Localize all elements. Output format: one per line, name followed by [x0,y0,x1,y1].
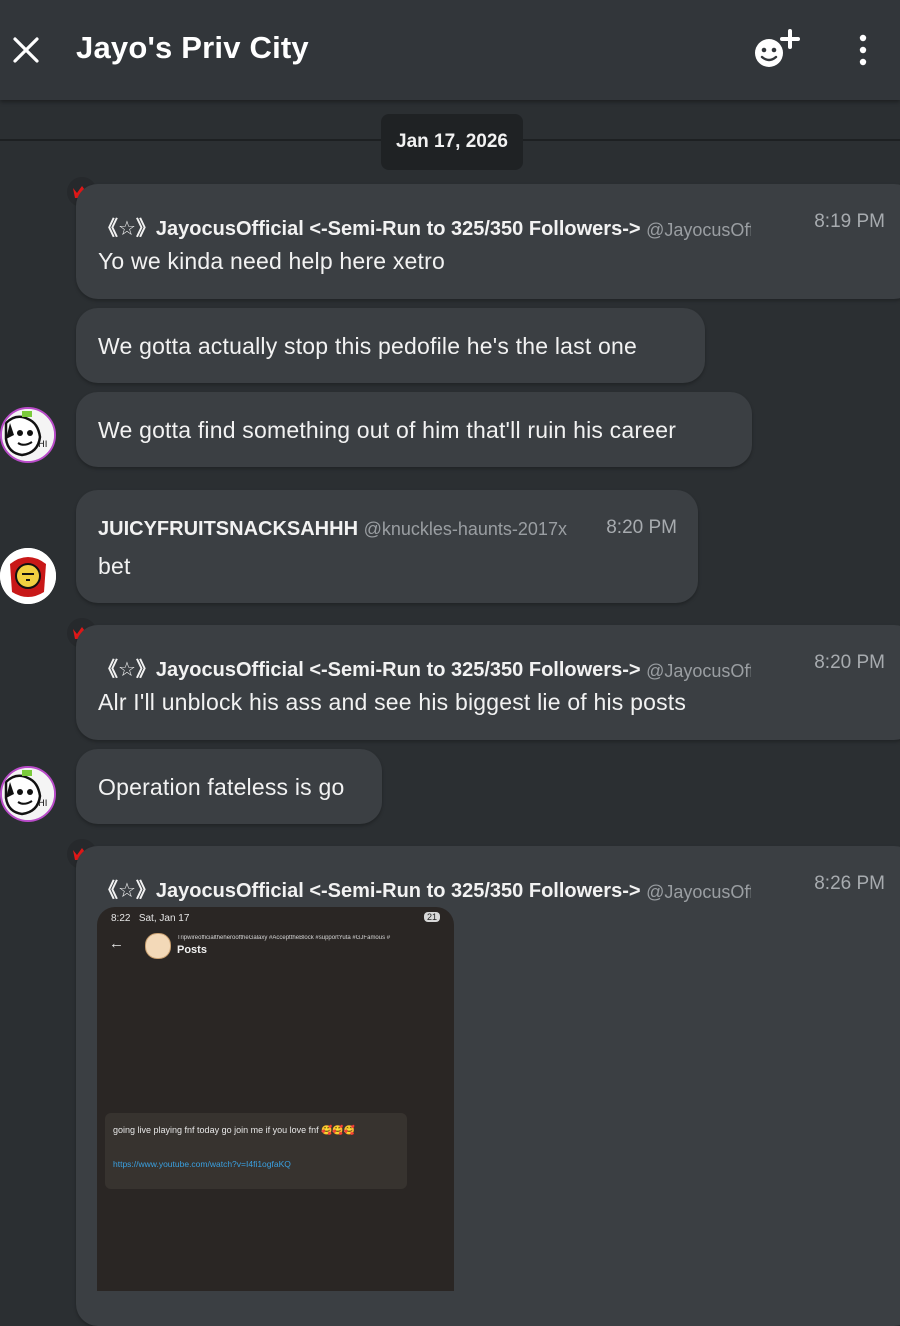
screenshot-status-bar: 8:22 Sat, Jan 17 [111,913,189,924]
avatar[interactable] [0,548,56,604]
sender-handle: @JayocusOfficial [646,661,751,681]
message-time: 8:20 PM [606,517,677,538]
message-text: We gotta actually stop this pedofile he'… [98,333,637,359]
avatar[interactable]: HI [0,407,56,463]
post-card: going live playing fnf today go join me … [105,1113,407,1189]
screenshot-status-time: 8:22 [111,913,131,924]
message-text: Yo we kinda need help here xetro [98,248,445,274]
message-bubble[interactable]: We gotta find something out of him that'… [76,392,752,467]
message-text: bet [98,553,131,579]
message-header: JUICYFRUITSNACKSAHHH @knuckles-haunts-20… [98,518,567,541]
message-time: 8:20 PM [814,652,885,673]
image-attachment[interactable]: 8:22 Sat, Jan 17 21 ← Tripwireofficialth… [97,907,454,1291]
svg-text:HI: HI [38,799,47,809]
message-bubble[interactable]: Operation fateless is go [76,749,382,824]
post-text: going live playing fnf today go join me … [113,1125,355,1135]
close-button[interactable] [8,32,44,68]
message-text: Alr I'll unblock his ass and see his big… [98,689,687,715]
sender-name[interactable]: 《☆》JayocusOfficial <-Semi-Run to 325/350… [98,218,641,240]
date-separator: Jan 17, 2026 [381,114,523,170]
message-time: 8:19 PM [814,211,885,232]
message-bubble[interactable]: 《☆》JayocusOfficial <-Semi-Run to 325/350… [76,184,900,299]
screenshot-page-title: Posts [177,944,207,956]
cartoon-dog-avatar-icon: HI [2,409,54,461]
message-bubble[interactable]: We gotta actually stop this pedofile he'… [76,308,705,383]
message-bubble[interactable]: JUICYFRUITSNACKSAHHH @knuckles-haunts-20… [76,490,698,603]
battery-level: 21 [423,912,440,922]
message-header: 《☆》JayocusOfficial <-Semi-Run to 325/350… [98,874,751,903]
red-emblem-avatar-icon [0,548,56,604]
screenshot-battery: 21 [423,912,440,922]
message-bubble[interactable]: 《☆》JayocusOfficial <-Semi-Run to 325/350… [76,625,900,740]
profile-tags: TripwireofficialtheherooftheGalaxy #Acce… [177,935,391,941]
cartoon-dog-avatar-icon: HI [2,768,54,820]
sender-name[interactable]: 《☆》JayocusOfficial <-Semi-Run to 325/350… [98,659,641,681]
sender-handle: @JayocusOfficial [646,220,751,240]
sender-handle: @JayocusOfficial [646,882,751,902]
message-header: 《☆》JayocusOfficial <-Semi-Run to 325/350… [98,653,751,682]
message-header: 《☆》JayocusOfficial <-Semi-Run to 325/350… [98,212,751,241]
post-link: https://www.youtube.com/watch?v=I4fi1ogf… [113,1159,291,1169]
svg-text:HI: HI [38,440,47,450]
add-member-icon [755,29,800,67]
screenshot-status-date: Sat, Jan 17 [138,913,190,924]
chat-title: Jayo's Priv City [76,30,309,65]
sender-handle: @knuckles-haunts-2017x [363,519,567,539]
more-vertical-icon [859,34,867,66]
top-bar: Jayo's Priv City [0,0,900,100]
profile-avatar [145,933,171,959]
avatar[interactable]: HI [0,766,56,822]
back-arrow-icon: ← [109,935,124,952]
sender-name[interactable]: 《☆》JayocusOfficial <-Semi-Run to 325/350… [98,880,641,902]
add-member-button[interactable] [752,28,802,72]
message-time: 8:26 PM [814,873,885,894]
sender-name[interactable]: JUICYFRUITSNACKSAHHH [98,518,358,540]
message-text: Operation fateless is go [98,774,345,800]
more-options-button[interactable] [848,32,878,68]
message-text: We gotta find something out of him that'… [98,417,677,443]
close-icon [13,37,39,63]
